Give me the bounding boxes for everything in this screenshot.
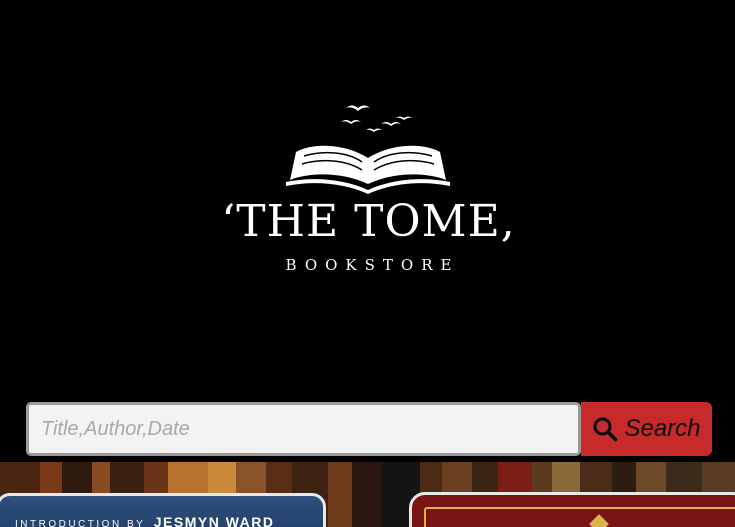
open-book-icon [286,105,450,194]
book-spine [328,462,352,527]
search-button[interactable]: Search [581,402,712,456]
logo-subtitle: BOOKSTORE [285,256,460,274]
page: ‘THE TOME, BOOKSTORE INTRODUCTION BY JES… [0,0,735,527]
search-bar: Search [26,402,712,456]
search-input[interactable] [26,402,581,456]
book-cover-text: INTRODUCTION BY JESMYN WARD [15,514,274,527]
tome-logo[interactable]: ‘THE TOME, BOOKSTORE [196,100,541,275]
logo-title: ‘THE TOME, [221,196,516,247]
book-spine [352,462,382,527]
intro-label: INTRODUCTION BY [15,519,146,527]
featured-book-card-left[interactable]: INTRODUCTION BY JESMYN WARD [0,493,326,527]
search-icon [593,417,618,442]
search-button-label: Search [624,415,701,442]
book-cover-border [424,507,735,527]
header: ‘THE TOME, BOOKSTORE [0,0,735,390]
intro-author-name: JESMYN WARD [153,514,275,527]
featured-book-card-right[interactable] [409,492,735,527]
